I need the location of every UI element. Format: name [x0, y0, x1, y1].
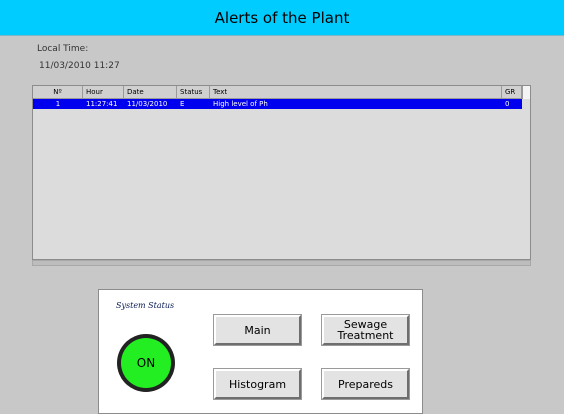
system-status-panel: System Status ON Main Sewage Treatment H…: [98, 289, 423, 414]
main-button-label: Main: [244, 323, 271, 337]
title-bar: Alerts of the Plant: [0, 0, 564, 36]
prepareds-button[interactable]: Prepareds: [321, 368, 410, 400]
column-header-gr[interactable]: GR: [502, 86, 522, 99]
sewage-line-2: Treatment: [337, 329, 394, 342]
column-header-date[interactable]: Date: [124, 86, 177, 99]
histogram-button-label: Histogram: [228, 377, 287, 391]
horizontal-scrollbar[interactable]: [32, 260, 531, 266]
column-header-status[interactable]: Status: [177, 86, 210, 99]
scrollbar-corner: [522, 86, 530, 99]
column-header-number[interactable]: Nº: [33, 86, 83, 99]
cell-hour: 11:27:41: [86, 100, 118, 108]
cell-status: E: [180, 100, 185, 108]
alarm-table-header: Nº Hour Date Status Text GR: [33, 86, 530, 99]
table-row[interactable]: 1 11:27:41 11/03/2010 E High level of Ph…: [33, 99, 522, 109]
histogram-button[interactable]: Histogram: [213, 368, 302, 400]
on-indicator-label: ON: [136, 356, 156, 370]
system-status-title: System Status: [116, 301, 175, 310]
alarm-table[interactable]: Nº Hour Date Status Text GR 1 11:27:41 1…: [32, 85, 531, 260]
sewage-treatment-button[interactable]: Sewage Treatment: [321, 314, 410, 346]
cell-date: 11/03/2010: [127, 100, 168, 108]
cell-text: High level of Ph: [213, 100, 268, 108]
on-indicator: ON: [117, 334, 175, 392]
local-time-value: 11/03/2010 11:27: [39, 61, 120, 71]
local-time-label: Local Time:: [37, 44, 89, 54]
main-button[interactable]: Main: [213, 314, 302, 346]
prepareds-button-label: Prepareds: [338, 377, 393, 391]
sewage-treatment-button-label: Sewage Treatment: [338, 319, 394, 341]
cell-number: 1: [55, 100, 61, 108]
column-header-text[interactable]: Text: [210, 86, 502, 99]
column-header-hour[interactable]: Hour: [83, 86, 124, 99]
page-title: Alerts of the Plant: [214, 8, 350, 27]
on-indicator-light: ON: [121, 338, 171, 388]
cell-gr: 0: [505, 100, 510, 108]
